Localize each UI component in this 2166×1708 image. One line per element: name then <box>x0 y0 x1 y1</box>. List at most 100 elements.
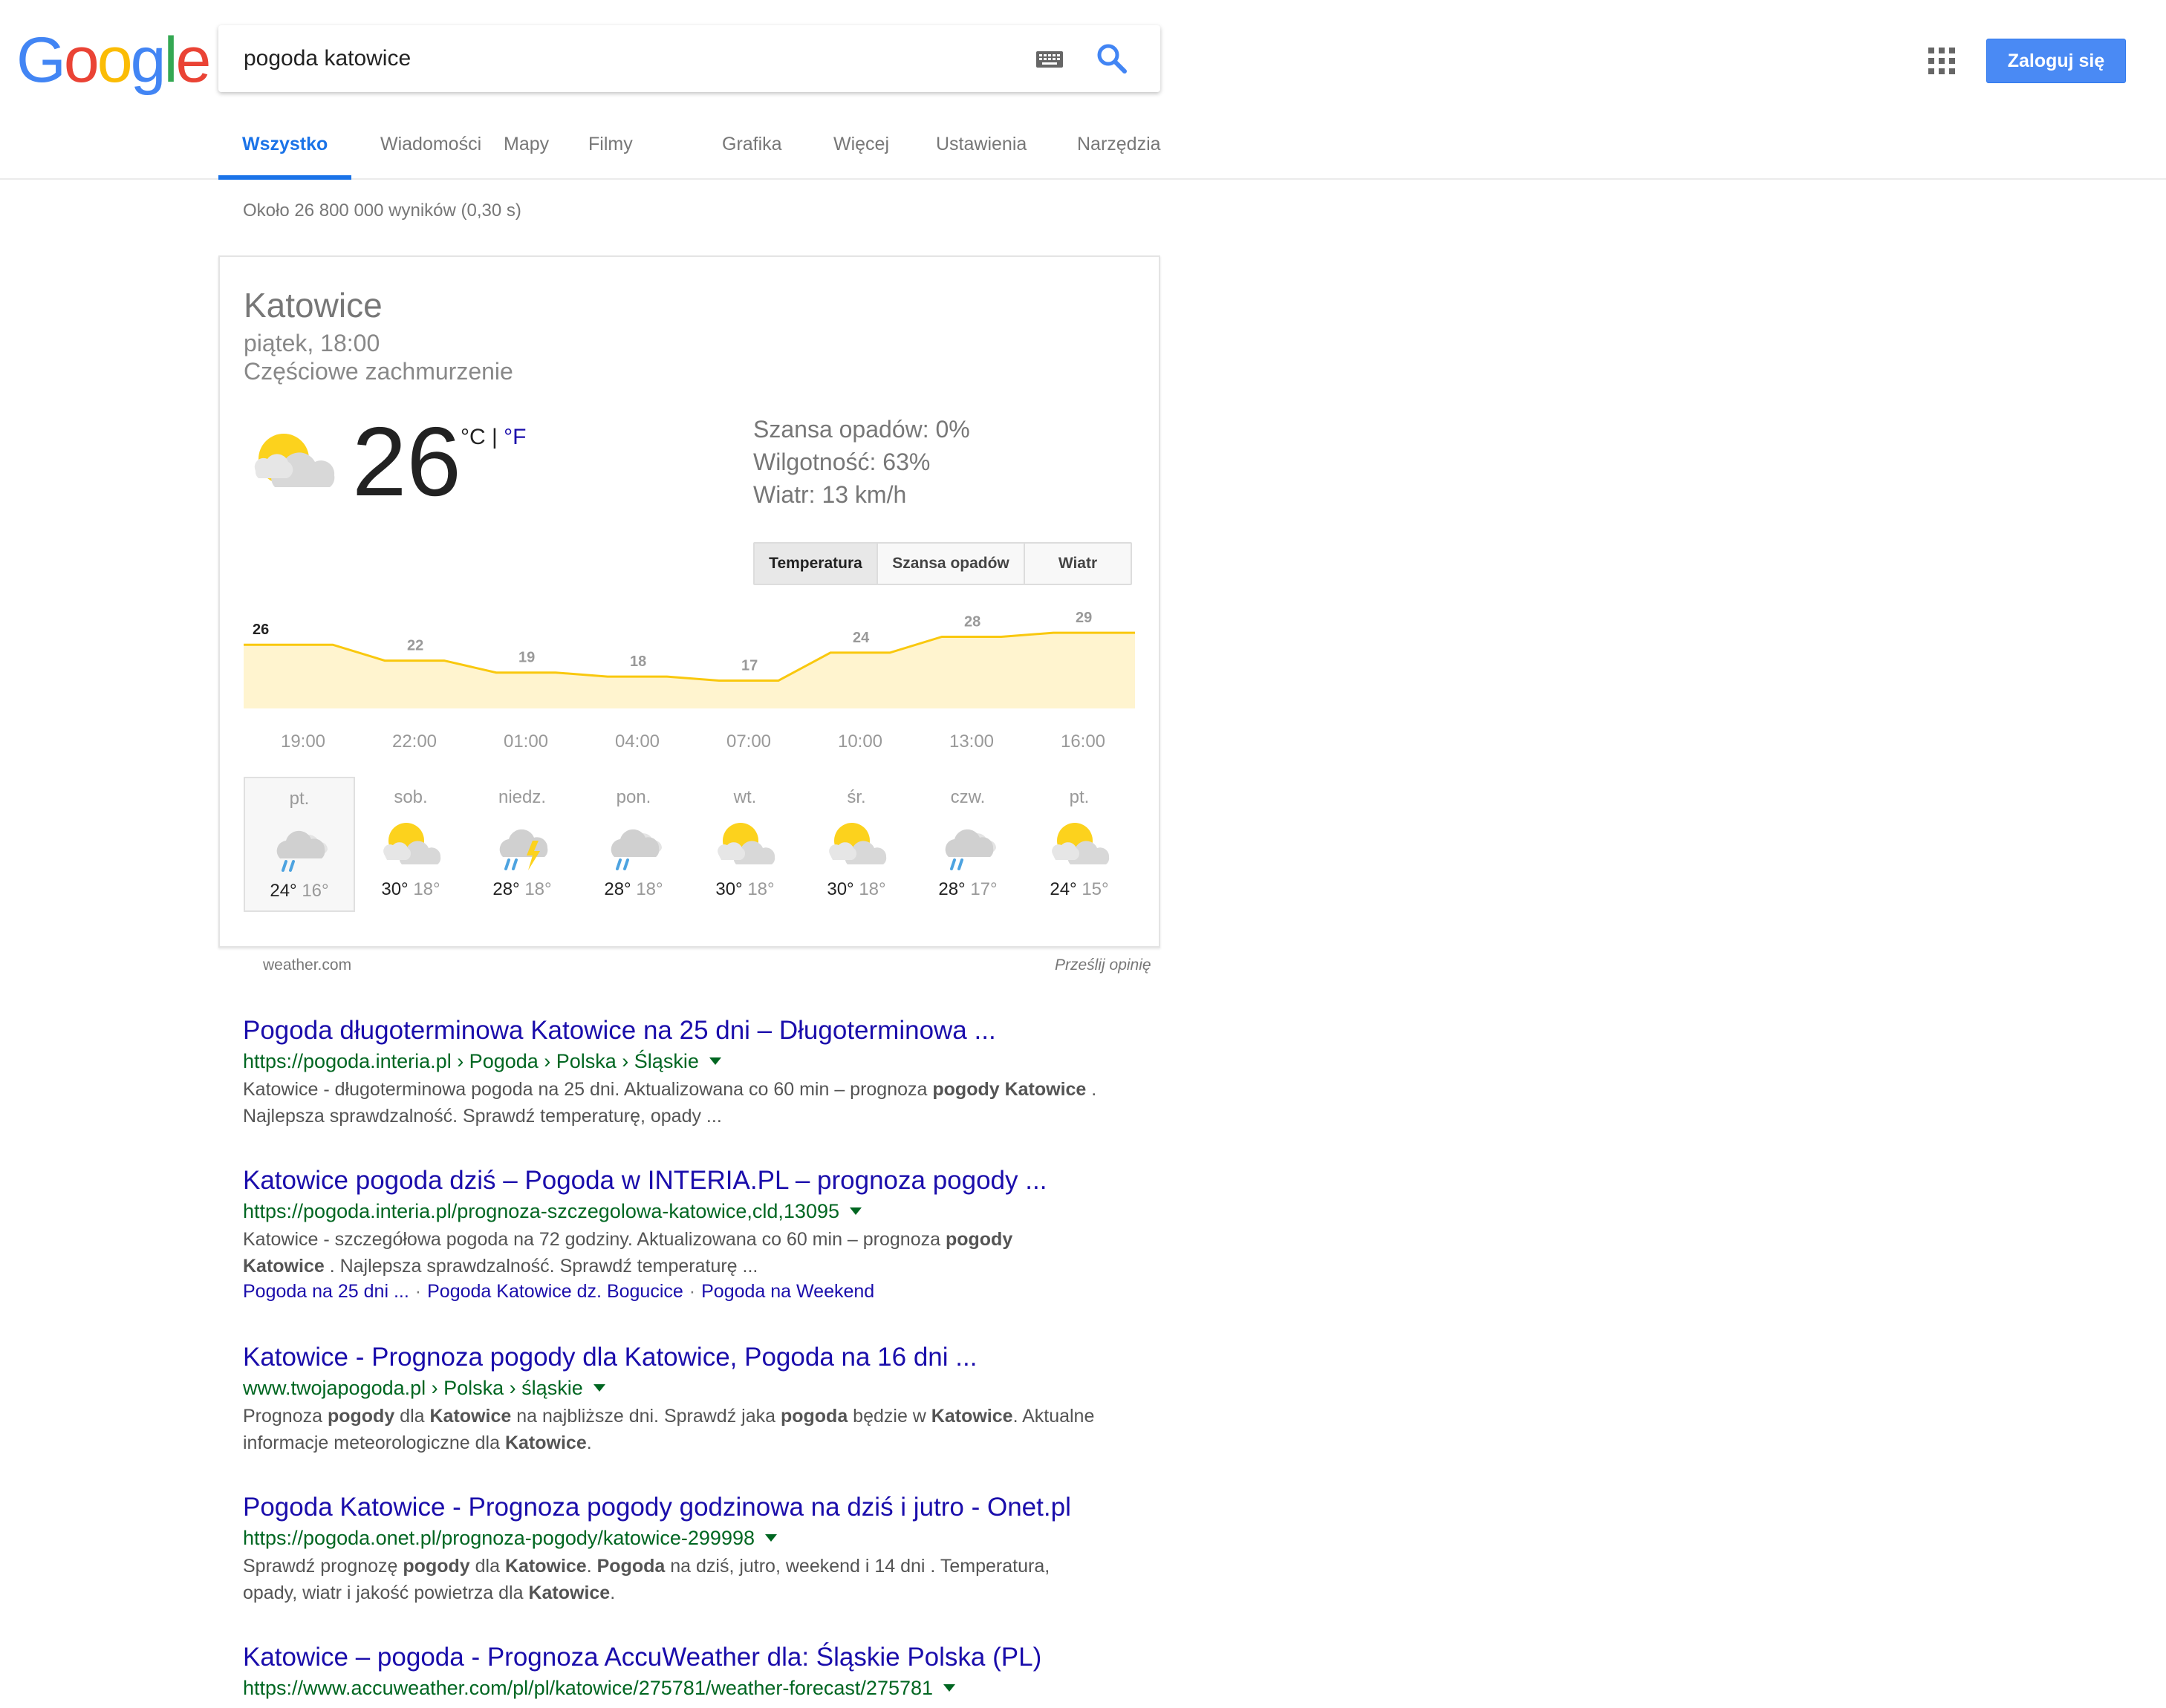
wind: Wiatr: 13 km/h <box>753 481 907 508</box>
weather-temperature: 26 <box>352 407 461 516</box>
search-box[interactable] <box>218 25 1160 92</box>
result-title-link[interactable]: Katowice - Prognoza pogody dla Katowice,… <box>243 1343 1179 1372</box>
result-url-text: https://www.accuweather.com/pl/pl/katowi… <box>243 1677 934 1699</box>
day-name: wt. <box>733 787 757 807</box>
hourly-temp-label: 26 <box>253 622 269 638</box>
day-temps: 28° 17° <box>912 879 1024 900</box>
search-icon[interactable] <box>1095 42 1129 79</box>
day-temps: 30° 18° <box>355 879 466 900</box>
result-snippet: Katowice - długoterminowa pogoda na 25 d… <box>243 1076 1179 1130</box>
day-low: 17° <box>965 879 998 899</box>
temperature-chart: 26 19:00 22 22:00 19 01:00 18 04:00 17 07:00 24 10:… <box>244 610 1135 752</box>
feedback-link[interactable]: Prześlij opinię <box>1055 956 1151 974</box>
search-result: Katowice - Prognoza pogody dla Katowice,… <box>243 1343 1179 1456</box>
day-temps: 28° 18° <box>466 879 578 900</box>
search-result: Pogoda Katowice - Prognoza pogody godzin… <box>243 1493 1179 1606</box>
hourly-temp-label: 28 <box>964 613 980 630</box>
caret-down-icon[interactable] <box>709 1057 721 1065</box>
day-forecast[interactable]: śr. 30° 18° <box>801 777 912 912</box>
result-url-text: https://pogoda.interia.pl › Pogoda › Pol… <box>243 1050 699 1072</box>
day-low: 18° <box>742 879 775 899</box>
day-forecast[interactable]: pt. 24° 16° <box>244 777 355 912</box>
search-result: Pogoda długoterminowa Katowice na 25 dni… <box>243 1016 1179 1130</box>
tab-grafika[interactable]: Grafika <box>722 128 782 180</box>
hourly-time-label: 10:00 <box>838 731 882 752</box>
caret-down-icon[interactable] <box>593 1384 605 1392</box>
weather-toggle-group: Temperatura Szansa opadów Wiatr <box>753 542 1132 585</box>
hourly-temp-label: 17 <box>741 657 758 674</box>
tab-mapy[interactable]: Mapy <box>504 128 549 180</box>
result-title-link[interactable]: Pogoda długoterminowa Katowice na 25 dni… <box>243 1016 1179 1046</box>
snippet-text: . <box>586 1432 592 1453</box>
day-forecast[interactable]: sob. 30° 18° <box>355 777 466 912</box>
caret-down-icon[interactable] <box>765 1534 778 1542</box>
day-temps: 24° 16° <box>245 881 354 902</box>
snippet-line: Najlepsza sprawdzalność. Sprawdź tempera… <box>243 1103 1179 1130</box>
hourly-time-label: 19:00 <box>281 731 325 752</box>
sitelink[interactable]: Pogoda Katowice dz. Bogucice <box>427 1281 683 1302</box>
result-title-link[interactable]: Pogoda Katowice - Prognoza pogody godzin… <box>243 1493 1179 1522</box>
weather-source[interactable]: weather.com <box>263 956 351 974</box>
unit-celsius[interactable]: °C <box>461 425 486 449</box>
tab-więcej[interactable]: Więcej <box>833 128 889 180</box>
snippet-text: Najlepsza sprawdzalność. Sprawdź tempera… <box>243 1106 722 1127</box>
weather-toggle-wind[interactable]: Wiatr <box>1025 544 1131 584</box>
hourly-temp-label: 19 <box>518 650 535 666</box>
tab-ustawienia[interactable]: Ustawienia <box>936 128 1027 180</box>
sitelink[interactable]: Pogoda na Weekend <box>701 1281 874 1302</box>
sitelink-separator: · <box>689 1281 696 1302</box>
thunderstorm-icon <box>466 815 578 872</box>
tab-wszystko[interactable]: Wszystko <box>218 128 352 180</box>
tab-narzędzia[interactable]: Narzędzia <box>1077 128 1161 180</box>
day-forecast[interactable]: wt. 30° 18° <box>689 777 801 912</box>
result-url: www.twojapogoda.pl › Polska › śląskie <box>243 1377 1179 1400</box>
rain-cloud-icon <box>245 817 354 873</box>
caret-down-icon[interactable] <box>943 1684 956 1692</box>
snippet-text: na najbliższe dni. Sprawdź jaka <box>511 1406 781 1427</box>
snippet-text: Katowice <box>504 1556 587 1577</box>
result-title-link[interactable]: Katowice pogoda dziś – Pogoda w INTERIA.… <box>243 1166 1179 1196</box>
apps-grid-icon[interactable] <box>1928 48 1955 78</box>
login-button[interactable]: Zaloguj się <box>1986 39 2126 83</box>
day-temps: 28° 18° <box>578 879 689 900</box>
snippet-text: Sprawdź prognozę <box>243 1556 403 1577</box>
day-name: sob. <box>394 787 428 807</box>
keyboard-icon[interactable] <box>1035 50 1064 72</box>
hourly-temp-label: 18 <box>630 653 646 670</box>
result-title-link[interactable]: Katowice – pogoda - Prognoza AccuWeather… <box>243 1643 1179 1672</box>
day-forecast[interactable]: czw. 28° 17° <box>912 777 1024 912</box>
day-forecast[interactable]: niedz. 28° 18° <box>466 777 578 912</box>
logo-letter: e <box>175 25 212 96</box>
caret-down-icon[interactable] <box>850 1207 862 1215</box>
hourly-time-label: 13:00 <box>949 731 994 752</box>
day-low: 18° <box>853 879 886 899</box>
day-high: 30° <box>827 879 854 899</box>
day-forecast[interactable]: pon. 28° 18° <box>578 777 689 912</box>
result-url-text: https://pogoda.onet.pl/prognoza-pogody/k… <box>243 1527 755 1549</box>
hourly-temp-label: 29 <box>1076 610 1092 626</box>
snippet-line: Sprawdź prognozę pogody dla Katowice. Po… <box>243 1553 1179 1580</box>
hourly-time-label: 16:00 <box>1061 731 1105 752</box>
snippet-text: informacje meteorologiczne dla <box>243 1432 505 1453</box>
weather-toggle-temperature[interactable]: Temperatura <box>755 544 878 584</box>
snippet-text: Pogoda <box>596 1556 666 1577</box>
partly-cloudy-icon <box>1024 815 1135 872</box>
day-high: 28° <box>938 879 966 899</box>
google-logo[interactable]: Google <box>16 28 211 92</box>
partly-cloudy-icon <box>801 815 912 872</box>
weather-toggle-precipitation[interactable]: Szansa opadów <box>878 544 1025 584</box>
snippet-text: Prognoza <box>243 1406 328 1427</box>
day-forecast[interactable]: pt. 24° 15° <box>1024 777 1135 912</box>
weather-description: Częściowe zachmurzenie <box>244 358 513 385</box>
snippet-text: Katowice <box>931 1406 1013 1427</box>
tab-wiadomości[interactable]: Wiadomości <box>380 128 481 180</box>
unit-fahrenheit[interactable]: °F <box>504 425 526 449</box>
tab-filmy[interactable]: Filmy <box>588 128 633 180</box>
snippet-text: opady, wiatr i jakość powietrza dla <box>243 1582 529 1603</box>
sitelink[interactable]: Pogoda na 25 dni ... <box>243 1281 409 1302</box>
snippet-text: Katowice <box>504 1432 587 1453</box>
result-snippet: Prognoza pogody dla Katowice na najbliżs… <box>243 1403 1179 1456</box>
search-input[interactable] <box>244 25 986 92</box>
search-result: Katowice pogoda dziś – Pogoda w INTERIA.… <box>243 1166 1179 1303</box>
snippet-text: . <box>1086 1079 1097 1100</box>
